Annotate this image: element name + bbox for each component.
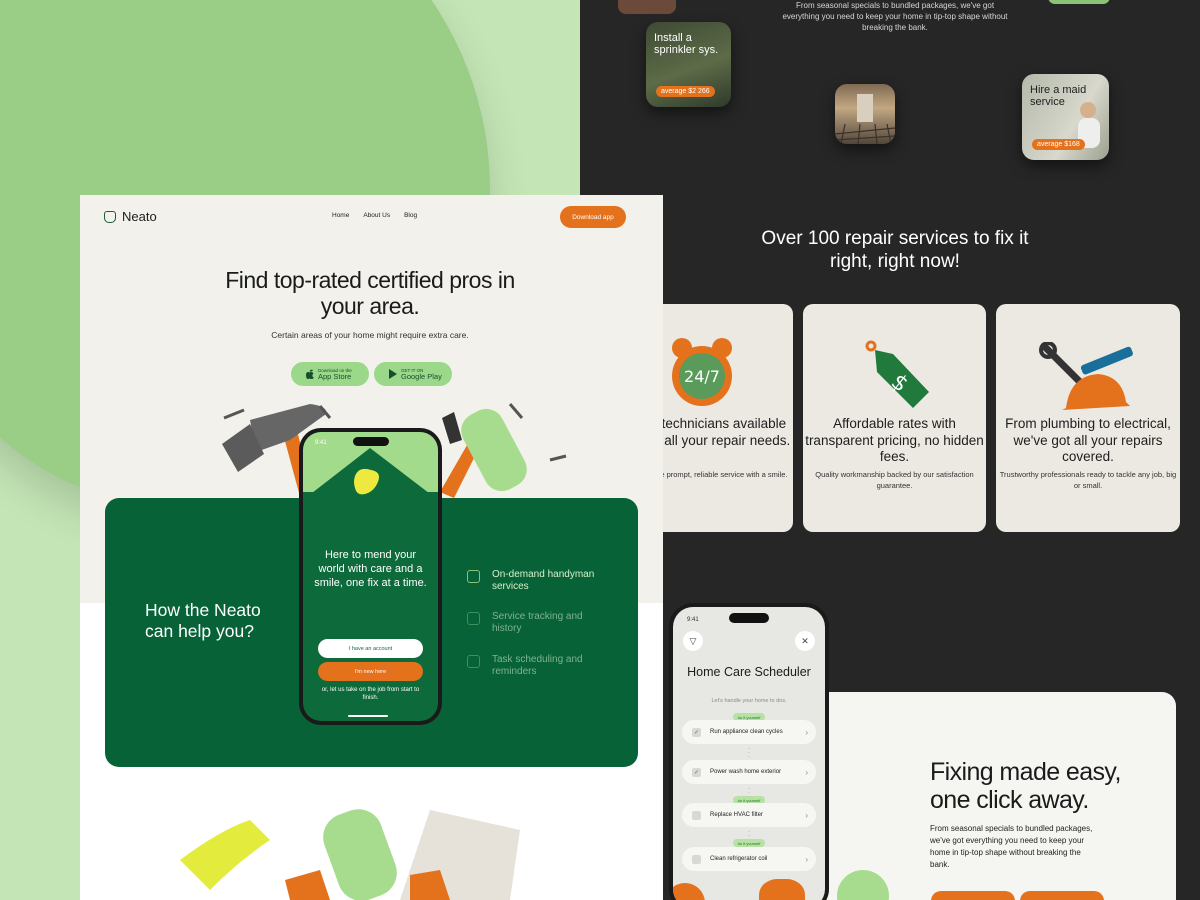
phone-mockup-welcome: 9:41 Here to mend your world with care a…: [299, 428, 442, 725]
hero-subtitle: Certain areas of your home might require…: [271, 330, 469, 340]
bottom-tools-illustration: [180, 809, 520, 900]
phone-notch: [729, 613, 769, 623]
tracking-icon: [467, 612, 480, 625]
scheduler-subtitle: Let's handle your home to dos.: [711, 698, 787, 704]
tools-helmet-icon: [1039, 342, 1133, 410]
calendar-icon: [467, 655, 480, 668]
photo-tile-partial: [618, 0, 676, 14]
phone-notch: [353, 437, 389, 446]
diy-tag: do it yourself: [733, 839, 765, 847]
download-app-button[interactable]: Download app: [560, 206, 626, 228]
task-row[interactable]: Clean refrigerator coil ›: [682, 847, 816, 871]
apple-icon: [306, 369, 314, 379]
nav-blog[interactable]: Blog: [404, 212, 417, 219]
chevron-right-icon: ›: [805, 854, 808, 864]
phone-mockup-scheduler: 9:41 ▽ ✕ Home Care Scheduler Let's handl…: [669, 603, 829, 900]
service-card[interactable]: $ Affordable rates with transparent pric…: [803, 304, 986, 532]
nav-home[interactable]: Home: [332, 212, 349, 219]
service-tile[interactable]: Install a sprinkler sys. average $2 266: [646, 22, 731, 107]
phone-screen: 9:41 Here to mend your world with care a…: [303, 432, 438, 721]
fixing-desc: From seasonal specials to bundled packag…: [930, 824, 1093, 869]
have-account-button[interactable]: I have an account: [318, 639, 423, 658]
card-title: From plumbing to electrical, we've got a…: [1005, 416, 1171, 464]
checkbox-checked[interactable]: ✓: [692, 767, 701, 777]
checkbox-unchecked[interactable]: [692, 854, 701, 864]
app-store-button[interactable]: [931, 891, 1015, 900]
green-pill-partial: [1048, 0, 1110, 4]
service-tile[interactable]: Hire a maid service average $168: [1022, 74, 1109, 160]
google-play-button[interactable]: GET IT ON Google Play: [374, 362, 452, 386]
scheduler-title: Home Care Scheduler: [687, 665, 811, 679]
top-blurb: From seasonal specials to bundled packag…: [782, 1, 1008, 32]
logo-house-icon: [104, 210, 116, 223]
phone-footnote: or, let us take on the job from start to…: [321, 687, 420, 701]
connector-dots: · · ·: [748, 746, 750, 760]
close-icon[interactable]: ✕: [795, 631, 815, 651]
app-store-button[interactable]: Download on the App Store: [291, 362, 369, 386]
task-row[interactable]: Replace HVAC filter ›: [682, 803, 816, 827]
play-icon: [389, 369, 397, 379]
clock-24-7-icon: 24/7: [672, 338, 732, 406]
fixing-title: Fixing made easy, one click away.: [930, 758, 1121, 814]
task-label: Clean refrigerator coil: [710, 856, 768, 862]
card-title: Affordable rates with transparent pricin…: [805, 416, 984, 464]
room-photo-icon: [835, 94, 895, 144]
tile-label: Install a sprinkler sys.: [654, 32, 719, 56]
hero-title: Find top-rated certified pros in your ar…: [225, 267, 515, 319]
phone-screen: 9:41 ▽ ✕ Home Care Scheduler Let's handl…: [673, 607, 825, 900]
orange-blob: [759, 879, 805, 900]
svg-text:24/7: 24/7: [684, 367, 720, 386]
status-time: 9:41: [687, 617, 699, 623]
house-roof-icon: [303, 448, 438, 508]
task-row[interactable]: ✓ Power wash home exterior ›: [682, 760, 816, 784]
price-badge: average $2 266: [656, 86, 715, 97]
new-here-button[interactable]: I'm new here: [318, 662, 423, 681]
brand-name: Neato: [122, 209, 157, 224]
store-big-text: App Store: [318, 371, 352, 381]
chevron-right-icon: ›: [805, 810, 808, 820]
filter-icon[interactable]: ▽: [683, 631, 703, 651]
nav-about[interactable]: About Us: [363, 212, 390, 219]
how-title: How the Neato can help you?: [145, 600, 261, 641]
feature-item[interactable]: Service tracking and history: [467, 611, 602, 635]
google-play-button[interactable]: [1020, 891, 1104, 900]
home-indicator: [348, 715, 388, 717]
card-desc: Quality workmanship backed by our satisf…: [815, 470, 974, 490]
feature-label: On-demand handyman services: [492, 569, 595, 592]
checkbox-unchecked[interactable]: [692, 810, 701, 820]
services-title: Over 100 repair services to fix it right…: [761, 228, 1029, 272]
service-tile-photo[interactable]: [835, 84, 895, 144]
feature-item[interactable]: Task scheduling and reminders: [467, 654, 602, 678]
chevron-right-icon: ›: [805, 767, 808, 777]
main-nav: Home About Us Blog: [332, 212, 417, 219]
orange-blob: [673, 883, 705, 900]
connector-dots: · ·: [748, 786, 750, 796]
task-label: Run appliance clean cycles: [710, 729, 783, 735]
feature-label: Service tracking and history: [492, 611, 583, 634]
card-desc: Trustworthy professionals ready to tackl…: [999, 470, 1177, 490]
status-time: 9:41: [315, 440, 327, 446]
service-card[interactable]: From plumbing to electrical, we've got a…: [996, 304, 1180, 532]
feature-label: Task scheduling and reminders: [492, 654, 583, 677]
chevron-right-icon: ›: [805, 727, 808, 737]
store-big-text: Google Play: [401, 371, 442, 381]
feature-item[interactable]: On-demand handyman services: [467, 569, 602, 593]
price-tag-icon: $: [865, 340, 929, 408]
connector-dots: · ·: [748, 829, 750, 839]
tile-label: Hire a maid service: [1030, 84, 1087, 108]
task-label: Power wash home exterior: [710, 769, 782, 775]
price-badge: average $168: [1032, 139, 1085, 150]
checkbox-checked[interactable]: ✓: [692, 727, 701, 737]
handyman-icon: [467, 570, 480, 583]
brand-logo[interactable]: Neato: [104, 209, 157, 224]
welcome-text: Here to mend your world with care and a …: [314, 549, 427, 589]
task-row[interactable]: ✓ Run appliance clean cycles ›: [682, 720, 816, 744]
task-label: Replace HVAC filter: [710, 812, 763, 818]
